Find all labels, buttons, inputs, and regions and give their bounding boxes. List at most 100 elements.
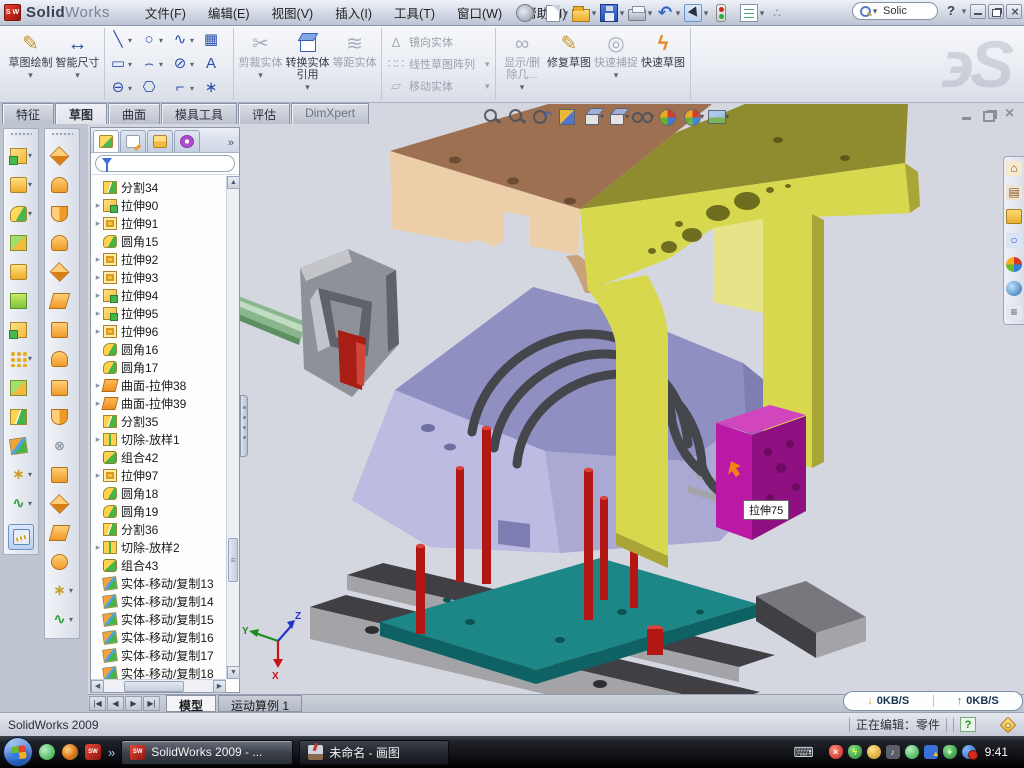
document-tab[interactable]: 模型 xyxy=(166,695,216,712)
quick-tips-help-icon[interactable]: ? xyxy=(960,717,976,732)
swept-boss-icon[interactable] xyxy=(10,235,27,251)
taskbar-clock[interactable]: 9:41 xyxy=(981,745,1016,759)
close-button[interactable] xyxy=(1006,4,1022,19)
help-caret-icon[interactable]: ▾ xyxy=(960,6,968,17)
tray-network-warning-icon[interactable] xyxy=(924,745,938,759)
linear-sketch-pattern-item[interactable]: ∷∷ 线性草图阵列 ▾ xyxy=(387,54,490,74)
rapid-sketch-button[interactable]: ϟ 快速草图 xyxy=(640,28,687,100)
tree-item[interactable]: ▸ 拉伸92 xyxy=(93,250,226,268)
expand-arrow-icon[interactable]: ▸ xyxy=(93,290,103,301)
menu-item[interactable]: 视图(V) xyxy=(261,0,325,26)
tray-antivirus-alert-icon[interactable]: × xyxy=(829,745,843,759)
tree-horizontal-scrollbar[interactable]: ◀ ▶ xyxy=(91,679,226,692)
slot-tool-icon[interactable]: ⊖ xyxy=(108,78,128,98)
quick-launch-solidworks-icon[interactable]: SW xyxy=(85,744,101,760)
undo-icon[interactable]: ↶ xyxy=(656,4,674,22)
solidworks-resources-icon[interactable]: ⌂ xyxy=(1006,161,1022,176)
tree-item[interactable]: ▸ 切除-放样1 xyxy=(93,430,226,448)
command-tab[interactable]: 模具工具 xyxy=(161,103,237,124)
input-method-keyboard-icon[interactable]: ⌨ xyxy=(793,744,813,761)
curves-icon[interactable]: ∿ xyxy=(10,496,27,512)
arc-tool-icon[interactable]: ⌢ xyxy=(139,54,159,74)
spline-tool-icon[interactable]: ∿ xyxy=(170,30,190,50)
spline-surface-icon[interactable]: ∿ xyxy=(51,612,68,628)
command-tab[interactable]: DimXpert xyxy=(291,103,369,124)
quick-snaps-button[interactable]: ◎ 快速捕捉 ▾ xyxy=(593,28,640,100)
line-tool-icon[interactable]: ╲ xyxy=(108,30,128,50)
vent-icon[interactable] xyxy=(50,494,70,514)
tray-updater-icon[interactable] xyxy=(962,745,976,759)
expand-arrow-icon[interactable]: ▸ xyxy=(93,200,103,211)
quick-launch-app-icon[interactable] xyxy=(62,744,78,760)
caret-icon[interactable]: ▾ xyxy=(28,70,33,81)
sketch-fillet-icon[interactable]: ⌐ xyxy=(170,78,190,98)
fillet-icon[interactable] xyxy=(10,206,27,222)
tree-item[interactable]: ▸ 实体-移动/复制18 xyxy=(93,664,226,679)
caret-icon[interactable]: ▾ xyxy=(128,60,137,69)
corner-icon[interactable] xyxy=(51,409,68,425)
minimize-button[interactable] xyxy=(970,4,986,19)
save-icon[interactable] xyxy=(600,4,618,22)
caret-icon[interactable]: ▾ xyxy=(190,60,199,69)
view-palette-icon[interactable] xyxy=(1006,257,1022,272)
smart-dimension-button[interactable]: ↔ 智能尺寸 ▾ xyxy=(54,28,101,100)
tree-item[interactable]: ▸ 圆角18 xyxy=(93,484,226,502)
reference-point-icon[interactable]: ∗ xyxy=(51,583,68,599)
tree-item[interactable]: ▸ 拉伸94 xyxy=(93,286,226,304)
base-flange-icon[interactable] xyxy=(50,146,70,166)
first-tab-button[interactable]: |◀ xyxy=(89,696,106,711)
extruded-boss-icon[interactable] xyxy=(10,148,27,164)
tray-badge-icon[interactable] xyxy=(867,745,881,759)
move-entities-item[interactable]: ▱ 移动实体 ▾ xyxy=(387,76,490,96)
expand-arrow-icon[interactable]: ▸ xyxy=(93,434,103,445)
flatten-icon[interactable] xyxy=(51,322,68,338)
trim-entities-button[interactable]: ✂ 剪裁实体 ▾ xyxy=(237,28,284,100)
caret-icon[interactable]: ▾ xyxy=(128,36,137,45)
pin-icon[interactable] xyxy=(516,4,534,22)
toolbar-grip[interactable] xyxy=(10,132,32,137)
move-copy-body-icon[interactable] xyxy=(9,436,28,454)
tree-item[interactable]: ▸ 分割35 xyxy=(93,412,226,430)
menu-item[interactable]: 文件(F) xyxy=(134,0,197,26)
panel-splitter-handle[interactable] xyxy=(240,395,248,457)
text-tool-icon[interactable]: A xyxy=(201,54,221,74)
tree-item[interactable]: ▸ 切除-放样2 xyxy=(93,538,226,556)
tree-item[interactable]: ▸ 组合42 xyxy=(93,448,226,466)
file-explorer-icon[interactable] xyxy=(1006,209,1022,224)
rebuild-traffic-light-icon[interactable] xyxy=(716,4,726,22)
sketch-picture-icon[interactable]: ▦ xyxy=(201,30,221,50)
caret-icon[interactable]: ▾ xyxy=(190,36,199,45)
dimxpertmanager-tab[interactable] xyxy=(174,130,200,152)
tag-icon[interactable] xyxy=(1000,716,1017,733)
display-delete-relations-button[interactable]: ∞ 显示/删除几... ▾ xyxy=(499,28,546,100)
tray-shield-plus-icon[interactable]: + xyxy=(943,745,957,759)
command-tab[interactable]: 特征 xyxy=(2,103,54,124)
quick-launch-chevron[interactable]: » xyxy=(108,745,115,760)
custom-properties-icon[interactable]: ≡ xyxy=(1006,305,1022,320)
sketched-bend-icon[interactable] xyxy=(51,206,68,222)
command-tab[interactable]: 评估 xyxy=(238,103,290,124)
split-icon[interactable] xyxy=(10,409,27,425)
scroll-thumb[interactable] xyxy=(124,681,184,692)
extruded-cut-icon[interactable] xyxy=(10,177,27,193)
scroll-right-button[interactable]: ▶ xyxy=(213,680,226,693)
dome-icon[interactable] xyxy=(51,554,68,570)
panel-overflow-chevron[interactable]: » xyxy=(228,137,237,152)
lofted-boss-icon[interactable] xyxy=(10,264,27,280)
caret-icon[interactable]: ▾ xyxy=(75,70,80,81)
shell-icon[interactable] xyxy=(10,293,27,309)
caret-icon[interactable]: ▾ xyxy=(28,499,32,508)
tree-item[interactable]: ▸ 实体-移动/复制15 xyxy=(93,610,226,628)
toolbar-overflow-icon[interactable]: ∴ xyxy=(768,4,786,22)
tree-item[interactable]: ▸ 分割36 xyxy=(93,520,226,538)
toolbar-grip[interactable] xyxy=(51,132,73,137)
tree-item[interactable]: ▸ 曲面-拉伸38 xyxy=(93,376,226,394)
expand-arrow-icon[interactable]: ▸ xyxy=(93,272,103,283)
tray-shield-boost-icon[interactable]: ϟ xyxy=(848,745,862,759)
rectangle-tool-icon[interactable]: ▭ xyxy=(108,54,128,74)
caret-icon[interactable]: ▾ xyxy=(190,84,199,93)
expand-arrow-icon[interactable]: ▸ xyxy=(93,470,103,481)
tree-filter-input[interactable] xyxy=(95,155,235,172)
circle-tool-icon[interactable]: ○ xyxy=(139,30,159,50)
tree-item[interactable]: ▸ 实体-移动/复制16 xyxy=(93,628,226,646)
